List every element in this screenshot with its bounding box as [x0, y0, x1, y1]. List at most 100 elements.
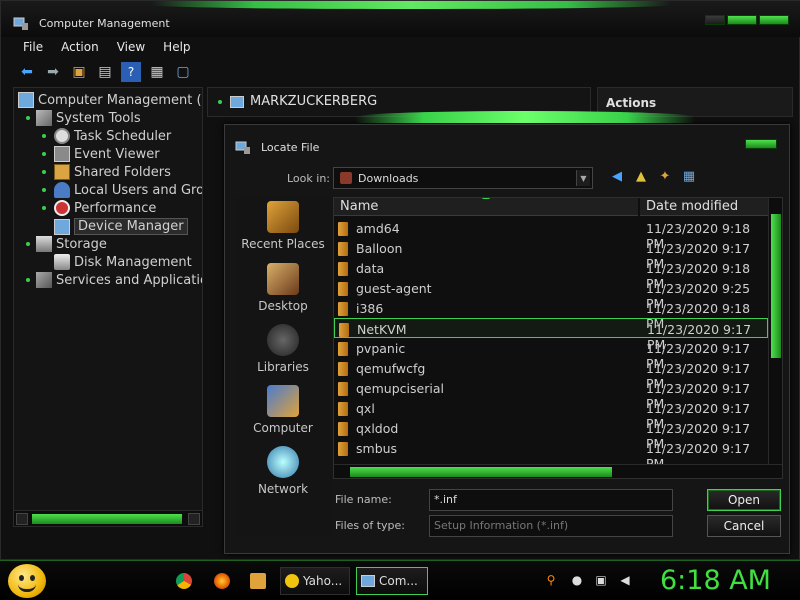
new-folder-icon[interactable]: ✦: [657, 169, 673, 185]
menu-view[interactable]: View: [117, 40, 145, 54]
minimize-button[interactable]: [705, 15, 725, 25]
horizontal-scrollbar[interactable]: [334, 464, 782, 478]
scroll-thumb[interactable]: [350, 467, 612, 477]
tree-item-shared-folders[interactable]: Shared Folders: [54, 164, 171, 180]
file-name-cell: amd64: [338, 221, 400, 236]
place-desktop[interactable]: Desktop: [235, 263, 331, 313]
dialog-computer-icon: [235, 141, 250, 154]
tree-item-task-scheduler[interactable]: Task Scheduler: [54, 128, 171, 144]
menu-bar: File Action View Help: [13, 37, 793, 57]
taskbar-computer-management[interactable]: Com...: [356, 567, 428, 595]
search-icon[interactable]: ⚲: [544, 573, 558, 587]
tree-item-local-users[interactable]: Local Users and Grou: [54, 182, 203, 198]
folder-icon: [338, 401, 348, 416]
firefox-icon[interactable]: [214, 573, 230, 589]
folder-icon: [338, 421, 348, 436]
place-network[interactable]: Network: [235, 446, 331, 496]
back-icon[interactable]: ◀: [609, 169, 625, 185]
tree-item-services[interactable]: Services and Applications: [36, 272, 202, 288]
file-row[interactable]: guest-agent 11/23/2020 9:25 PM: [334, 278, 768, 311]
file-name-text: NetKVM: [357, 322, 407, 337]
file-name-cell: qemupciserial: [338, 381, 444, 396]
tree-item-device-manager[interactable]: Device Manager: [54, 218, 188, 235]
tree-label: Local Users and Grou: [74, 182, 203, 198]
tree-item-performance[interactable]: Performance: [54, 200, 156, 216]
dialog-close-button[interactable]: [745, 139, 777, 149]
column-header-date[interactable]: Date modified: [640, 198, 768, 216]
yahoo-smiley-icon: [285, 574, 299, 588]
back-arrow-icon[interactable]: ⬅: [17, 62, 37, 82]
file-name-cell: qxldod: [338, 421, 398, 436]
place-computer[interactable]: Computer: [235, 385, 331, 435]
look-in-dropdown[interactable]: Downloads ▼: [333, 167, 593, 189]
column-name-label: Name: [340, 199, 379, 214]
desktop-icon: [267, 263, 299, 295]
look-in-label: Look in:: [287, 172, 330, 185]
file-row[interactable]: qemupciserial 11/23/2020 9:17 PM: [334, 378, 768, 411]
properties-icon[interactable]: ▦: [147, 62, 167, 82]
up-folder-icon[interactable]: ▣: [69, 62, 89, 82]
close-button[interactable]: [759, 15, 789, 25]
menu-action[interactable]: Action: [61, 40, 99, 54]
forward-arrow-icon[interactable]: ➡: [43, 62, 63, 82]
tree-label: Storage: [56, 236, 107, 252]
scroll-right-button[interactable]: [188, 513, 200, 525]
view-menu-icon[interactable]: ▦: [681, 169, 697, 185]
taskbar-yahoo[interactable]: Yaho...: [280, 567, 350, 595]
scroll-thumb[interactable]: [32, 514, 182, 524]
cancel-button[interactable]: Cancel: [707, 515, 781, 537]
place-recent-places[interactable]: Recent Places: [235, 201, 331, 251]
file-row[interactable]: NetKVM 11/23/2020 9:17 PM: [334, 318, 768, 352]
file-name-input[interactable]: *.inf: [429, 489, 673, 511]
chrome-icon[interactable]: [176, 573, 192, 589]
file-name-text: data: [356, 261, 385, 276]
performance-icon: [54, 200, 70, 216]
folder-icon: [338, 281, 348, 296]
file-row[interactable]: qxl 11/23/2020 9:17 PM: [334, 398, 768, 431]
tree-item-event-viewer[interactable]: Event Viewer: [54, 146, 160, 162]
file-type-select[interactable]: Setup Information (*.inf): [429, 515, 673, 537]
maximize-button[interactable]: [727, 15, 757, 25]
menu-file[interactable]: File: [23, 40, 43, 54]
storage-icon: [36, 236, 52, 252]
device-manager-icon[interactable]: ▢: [173, 62, 193, 82]
file-name-label: File name:: [335, 493, 392, 506]
title-bar[interactable]: Computer Management: [1, 1, 800, 37]
tree-item-storage[interactable]: Storage: [36, 236, 107, 252]
explorer-folder-icon[interactable]: [250, 573, 266, 589]
file-row[interactable]: pvpanic 11/23/2020 9:17 PM: [334, 338, 768, 371]
network-icon[interactable]: ▣: [594, 573, 608, 587]
place-label: Recent Places: [241, 237, 325, 251]
tree-item-disk-management[interactable]: Disk Management: [54, 254, 192, 270]
help-icon[interactable]: ?: [121, 62, 141, 82]
tree-item-system-tools[interactable]: System Tools: [36, 110, 141, 126]
messenger-icon[interactable]: ●: [570, 573, 584, 587]
scroll-thumb[interactable]: [771, 214, 781, 358]
tree-item-computer-management[interactable]: Computer Management (Loc: [18, 92, 202, 108]
tree-label: Disk Management: [74, 254, 192, 270]
start-button-smiley-icon[interactable]: [8, 564, 46, 598]
place-libraries[interactable]: Libraries: [235, 324, 331, 374]
file-row[interactable]: smbus11/23/2020 9:17 PM: [334, 438, 768, 471]
open-button[interactable]: Open: [707, 489, 781, 511]
volume-icon[interactable]: ◀: [618, 573, 632, 587]
file-row[interactable]: i386 11/23/2020 9:18 PM: [334, 298, 768, 331]
up-folder-icon[interactable]: ▲: [633, 169, 649, 185]
file-row[interactable]: data 11/23/2020 9:18 PM: [334, 258, 768, 291]
computer-name-row[interactable]: MARKZUCKERBERG: [230, 94, 377, 109]
vertical-scrollbar[interactable]: [768, 198, 782, 464]
file-row[interactable]: Balloon 11/23/2020 9:17 PM: [334, 238, 768, 271]
file-row[interactable]: qxldod 11/23/2020 9:17 PM: [334, 418, 768, 451]
file-name-text: qxl: [356, 401, 375, 416]
file-name-cell: guest-agent: [338, 281, 432, 296]
menu-help[interactable]: Help: [163, 40, 190, 54]
tree-horizontal-scrollbar[interactable]: [14, 510, 202, 526]
file-row[interactable]: qemufwcfg 11/23/2020 9:17 PM: [334, 358, 768, 391]
scroll-left-button[interactable]: [16, 513, 28, 525]
clock[interactable]: 6:18 AM: [660, 565, 771, 596]
file-name-cell: data: [338, 261, 384, 276]
chevron-down-icon[interactable]: ▼: [576, 170, 590, 186]
show-hide-tree-icon[interactable]: ▤: [95, 62, 115, 82]
file-row[interactable]: amd64 11/23/2020 9:18 PM: [334, 218, 768, 251]
column-header-name[interactable]: Name: [334, 198, 638, 216]
